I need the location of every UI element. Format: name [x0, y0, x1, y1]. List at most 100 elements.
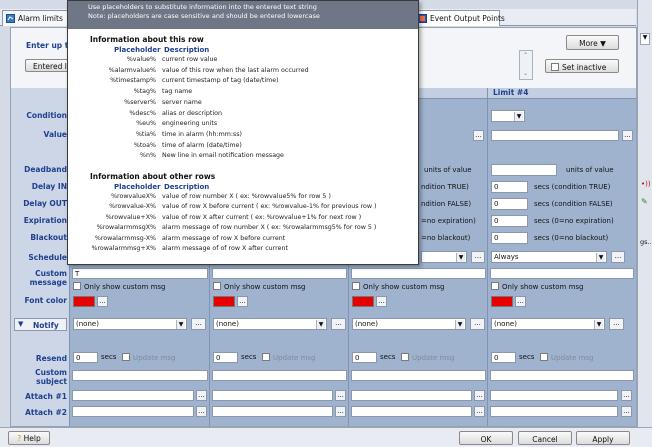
limit-1-notify-browse-button[interactable]: ...: [191, 318, 206, 330]
limit-4-expiration-unit: secs (0=no expiration): [534, 217, 614, 225]
limit-4-delay-out-input[interactable]: 0: [491, 198, 528, 210]
limit-3-font-color-swatch[interactable]: [352, 296, 374, 307]
limit-4-only-show-checkbox[interactable]: [491, 282, 499, 290]
limit-3-schedule-dropdown-icon: ▼: [456, 253, 465, 262]
limit-4-notify-value: (none): [494, 320, 517, 328]
limit-4-attach1-input[interactable]: [490, 390, 618, 401]
limit-2-custom-subject-input[interactable]: [212, 370, 347, 381]
limit-4-notify-browse-button[interactable]: ...: [609, 318, 624, 330]
limit-4-blackout-input[interactable]: 0: [491, 232, 528, 244]
limit-3-notify-browse-button[interactable]: ...: [470, 318, 485, 330]
limit-4-deadband-input[interactable]: [491, 164, 557, 176]
limit-1-notify-select[interactable]: (none) ▼: [73, 318, 187, 330]
limit-2-attach2-browse-button[interactable]: ...: [335, 406, 346, 417]
limit-4-attach1-browse-button[interactable]: ...: [621, 390, 632, 401]
limit-3-schedule-select[interactable]: ▼: [421, 251, 467, 263]
limit-4-condition-select[interactable]: ▼: [491, 110, 525, 122]
limit-3-update-msg[interactable]: Update msg: [401, 353, 455, 362]
side-dropdown-icon[interactable]: ▼: [640, 33, 650, 45]
limit-1-update-msg-checkbox[interactable]: [122, 353, 130, 361]
limit-1-attach1-input[interactable]: [72, 390, 194, 401]
limit-3-custom-subject-input[interactable]: [351, 370, 486, 381]
help-button[interactable]: ? Help: [8, 431, 50, 445]
tooltip-section-this-row: Information about this row: [90, 35, 204, 44]
limit-1-only-show-checkbox[interactable]: [73, 282, 81, 290]
limit-4-deadband-unit: units of value: [566, 166, 614, 174]
limit-2-notify-select[interactable]: (none) ▼: [213, 318, 327, 330]
limit-2-custom-message-input[interactable]: [212, 268, 347, 279]
limit-3-update-msg-checkbox[interactable]: [401, 353, 409, 361]
limit-2-notify-browse-button[interactable]: ...: [331, 318, 346, 330]
limit-3-only-show-checkbox[interactable]: [352, 282, 360, 290]
limit-2-font-color-swatch[interactable]: [213, 296, 235, 307]
apply-button[interactable]: Apply: [576, 431, 630, 445]
limit-3-font-color-picker-button[interactable]: ...: [376, 296, 387, 307]
ok-button[interactable]: OK: [459, 431, 513, 445]
limit-4-attach2-input[interactable]: [490, 406, 618, 417]
tooltip-this-row-placeholder: %desc%: [129, 109, 156, 117]
limit-4-custom-message-input[interactable]: [490, 268, 634, 279]
tooltip-this-row-placeholder: %tia%: [135, 130, 156, 138]
limit-1-font-color-swatch[interactable]: [73, 296, 95, 307]
limit-1-attach1-browse-button[interactable]: ...: [196, 390, 207, 401]
notify-toggle[interactable]: ▼ Notify: [14, 318, 67, 331]
limit-2-update-msg[interactable]: Update msg: [262, 353, 316, 362]
limit-2-only-show-checkbox[interactable]: [213, 282, 221, 290]
limit-1-update-msg[interactable]: Update msg: [122, 353, 176, 362]
tooltip-this-row-description: tag name: [162, 88, 193, 96]
limit-4-schedule-select[interactable]: Always ▼: [491, 251, 607, 263]
limit-4-resend-input[interactable]: 0: [491, 352, 516, 363]
limit-2-attach1-browse-button[interactable]: ...: [335, 390, 346, 401]
side-gs-label: gs...: [640, 238, 652, 246]
limit-1-attach2-browse-button[interactable]: ...: [196, 406, 207, 417]
limit-1-attach2-input[interactable]: [72, 406, 194, 417]
set-inactive-checkbox[interactable]: [551, 63, 559, 71]
limit-1-custom-message-input[interactable]: T: [72, 268, 208, 279]
limit-3-attach2-browse-button[interactable]: ...: [474, 406, 485, 417]
limit-4-update-msg-label: Update msg: [551, 354, 594, 362]
limit-3-schedule-browse-button[interactable]: ...: [471, 251, 485, 263]
limit-4-only-show-custom[interactable]: Only show custom msg: [491, 282, 584, 291]
tooltip-this-row-row: %toa% time of alarm (date/time): [68, 142, 418, 151]
tab-alarm-limits[interactable]: Alarm limits: [2, 10, 68, 26]
limit-1-font-color-picker-button[interactable]: ...: [97, 296, 108, 307]
limit-3-only-show-custom[interactable]: Only show custom msg: [352, 282, 445, 291]
limit-2-update-msg-checkbox[interactable]: [262, 353, 270, 361]
limit-4-custom-subject-input[interactable]: [490, 370, 634, 381]
tab-event-output-points[interactable]: Event Output Points: [414, 10, 505, 26]
more-button[interactable]: More ▼: [566, 35, 619, 50]
limit-4-delay-in-input[interactable]: 0: [491, 181, 528, 193]
limit-3-resend-input[interactable]: 0: [352, 352, 377, 363]
limit-4-font-color-picker-button[interactable]: ...: [515, 296, 526, 307]
limit-1-custom-subject-input[interactable]: [72, 370, 208, 381]
limit-4-update-msg-checkbox[interactable]: [540, 353, 548, 361]
tooltip-other-row-row: %rowalarmmsgX% alarm message of row numbe…: [68, 224, 418, 233]
limit-3-value-browse-button[interactable]: ...: [473, 130, 484, 141]
set-inactive-toggle[interactable]: Set inactive: [545, 59, 619, 73]
limit-3-attach1-input[interactable]: [351, 390, 472, 401]
tab-event-output-points-label: Event Output Points: [430, 14, 505, 23]
limit-4-value-input[interactable]: [491, 130, 619, 141]
limit-2-font-color-picker-button[interactable]: ...: [237, 296, 248, 307]
limit-3-attach2-input[interactable]: [351, 406, 472, 417]
limit-4-value-browse-button[interactable]: ...: [622, 130, 633, 141]
tooltip-description-heading-1: Description: [164, 46, 210, 54]
limit-3-custom-message-input[interactable]: [351, 268, 486, 279]
tooltip-this-row-placeholder: %toa%: [133, 141, 156, 149]
limit-2-attach1-input[interactable]: [212, 390, 333, 401]
top-textarea-scrollbar[interactable]: ⌃ ⌄: [519, 50, 533, 80]
limit-4-font-color-swatch[interactable]: [491, 296, 513, 307]
limit-2-resend-input[interactable]: 0: [213, 352, 238, 363]
limit-4-update-msg[interactable]: Update msg: [540, 353, 594, 362]
limit-4-expiration-input[interactable]: 0: [491, 215, 528, 227]
limit-1-only-show-custom[interactable]: Only show custom msg: [73, 282, 166, 291]
limit-4-notify-select[interactable]: (none) ▼: [491, 318, 605, 330]
limit-4-schedule-browse-button[interactable]: ...: [611, 251, 625, 263]
cancel-button[interactable]: Cancel: [518, 431, 572, 445]
limit-3-notify-select[interactable]: (none) ▼: [352, 318, 466, 330]
limit-2-attach2-input[interactable]: [212, 406, 333, 417]
limit-2-only-show-custom[interactable]: Only show custom msg: [213, 282, 306, 291]
limit-4-attach2-browse-button[interactable]: ...: [621, 406, 632, 417]
limit-3-attach1-browse-button[interactable]: ...: [474, 390, 485, 401]
limit-1-resend-input[interactable]: 0: [73, 352, 98, 363]
